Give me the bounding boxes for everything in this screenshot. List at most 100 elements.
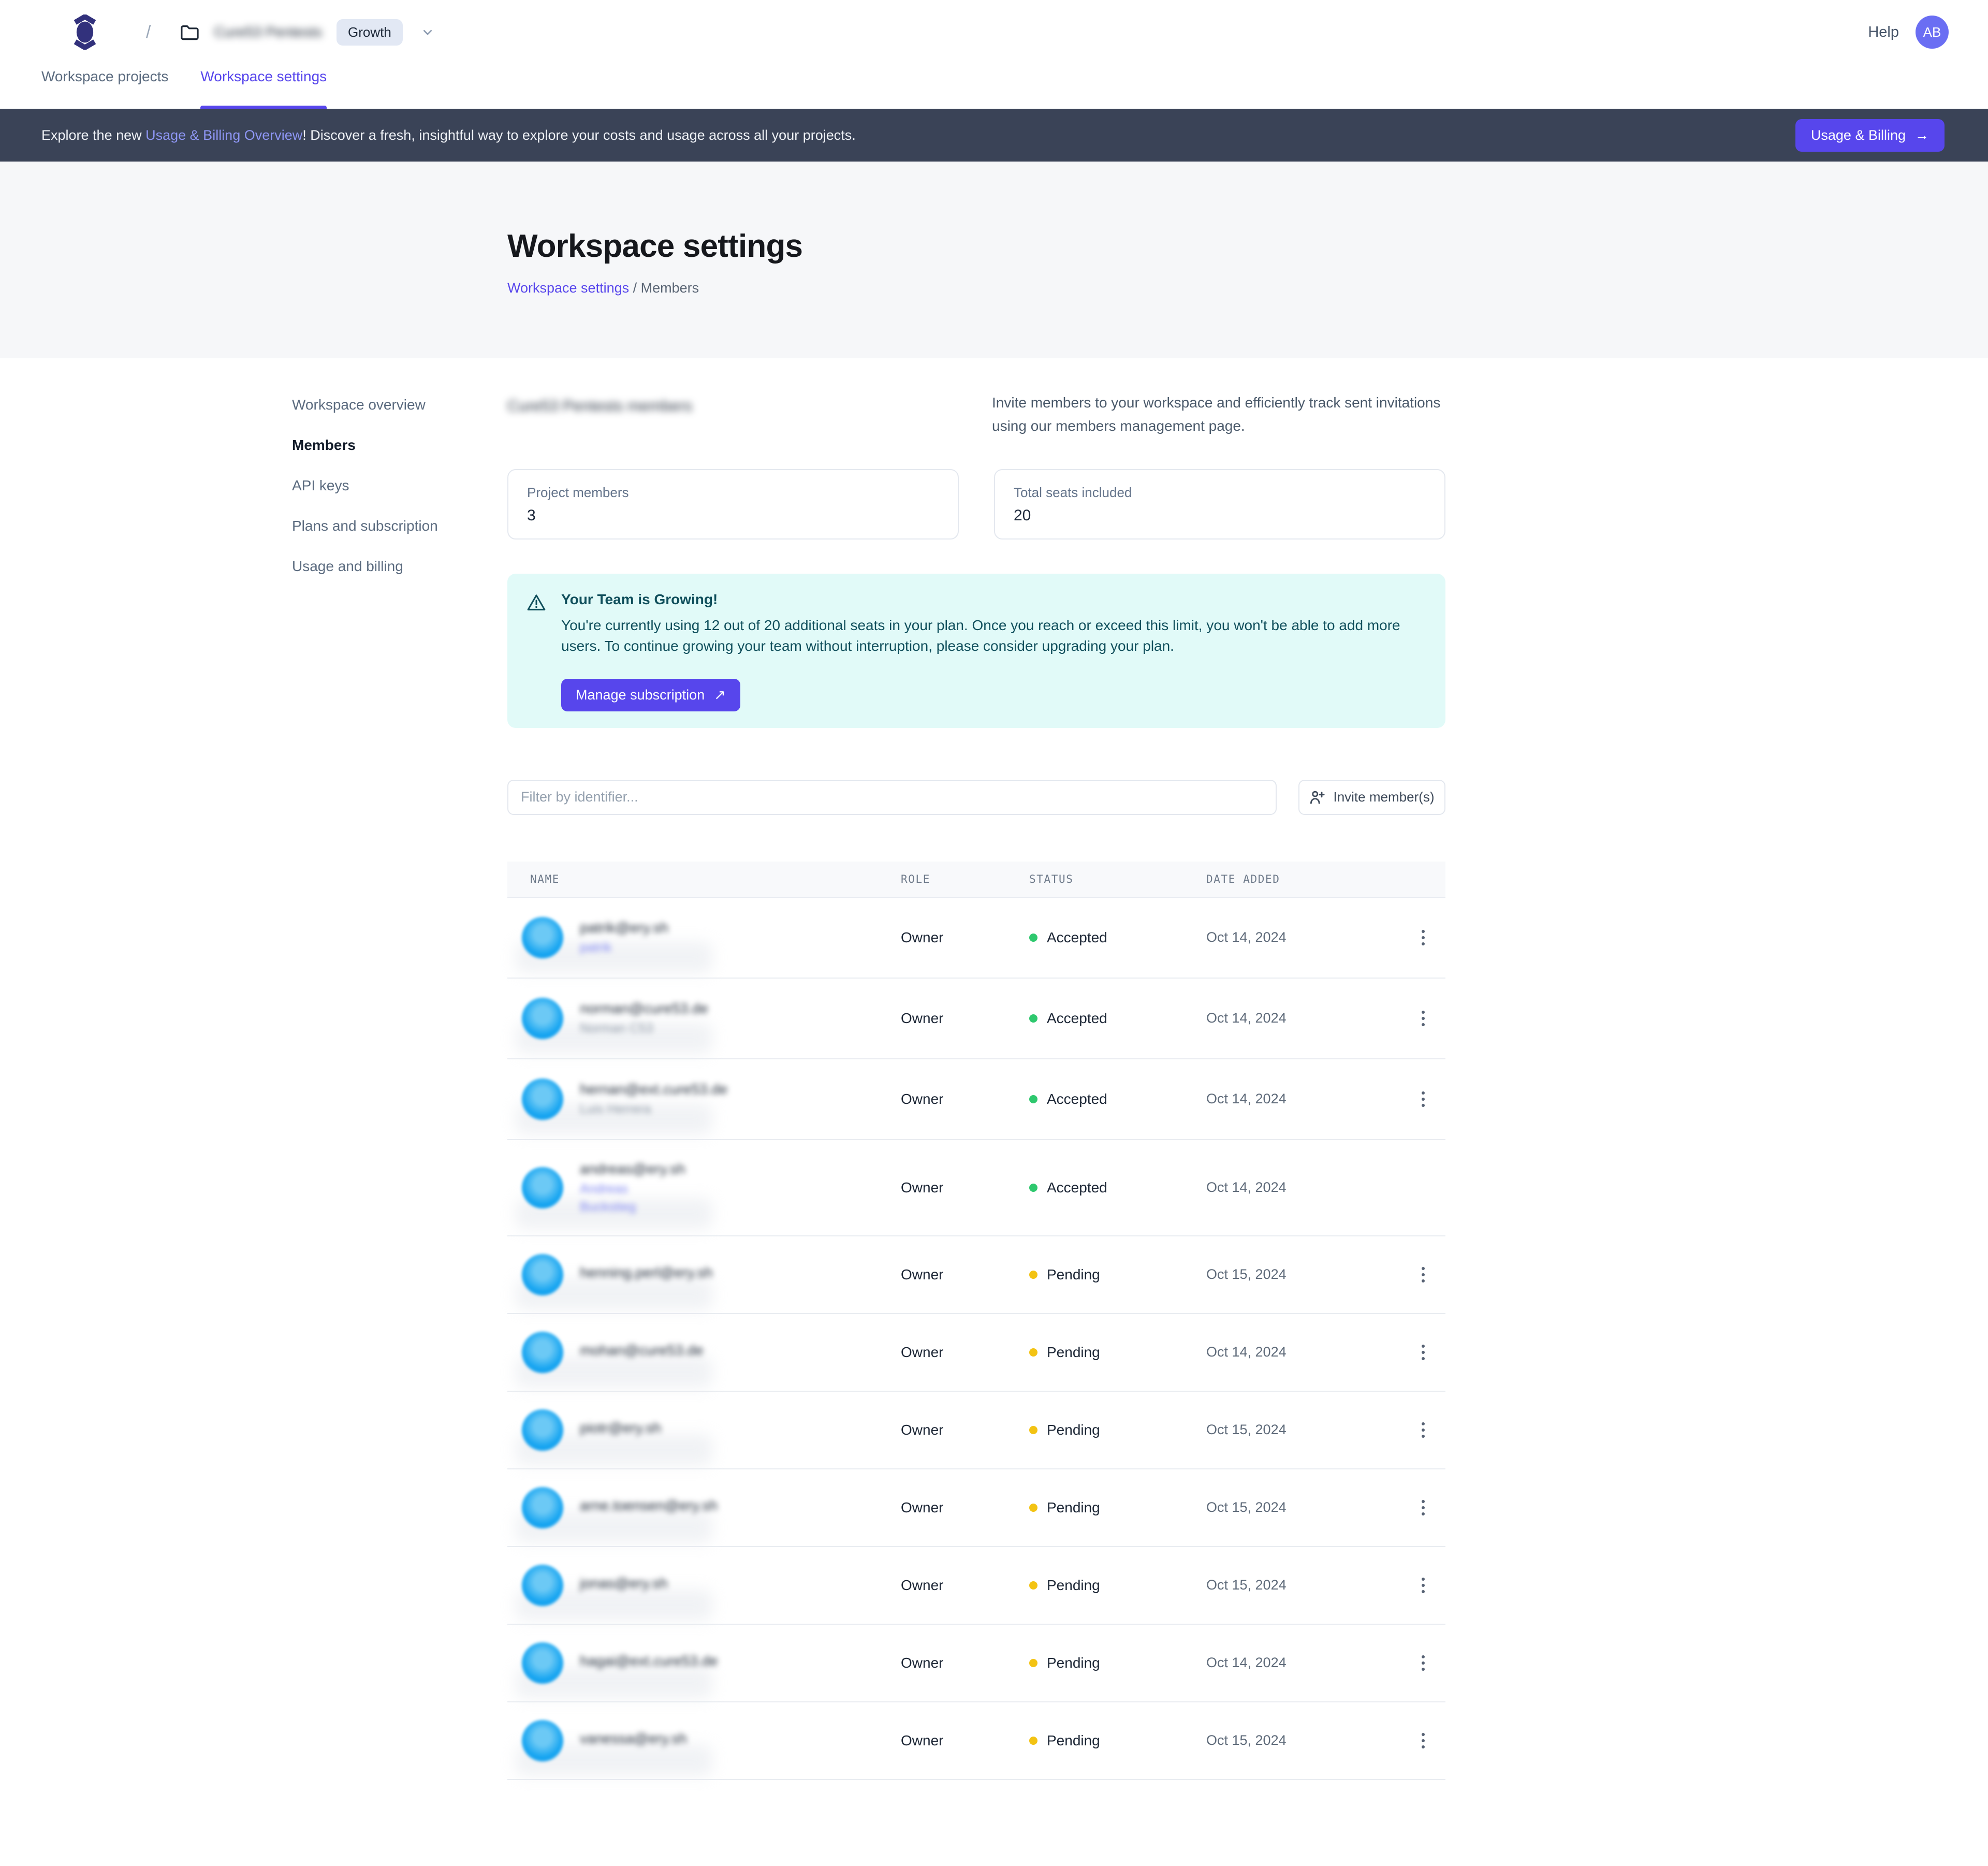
table-row: vanessa@ery.sh Owner Pending Oct 15, 202… [507,1702,1445,1780]
manage-subscription-button[interactable]: Manage subscription ↗ [561,679,740,711]
person-add-icon [1309,790,1325,805]
row-menu-button[interactable] [1415,1649,1431,1677]
member-menu-cell [1413,1727,1445,1755]
member-avatar [522,1167,563,1208]
sidenav-item-workspace-overview[interactable]: Workspace overview [292,391,507,418]
banner-message: Explore the new Usage & Billing Overview… [41,127,856,143]
sidenav-item-label: Workspace overview [292,397,426,413]
row-menu-button[interactable] [1415,1261,1431,1289]
member-avatar [522,1332,563,1373]
member-name[interactable]: patrik [580,940,668,955]
workspace-name[interactable]: Cure53 Pentests [214,24,322,40]
member-email: patrik@ery.sh [580,920,668,936]
row-menu-button[interactable] [1415,1494,1431,1522]
breadcrumb-link-workspace-settings[interactable]: Workspace settings [507,280,629,296]
row-menu-button[interactable] [1415,1571,1431,1599]
status-dot-icon [1029,1348,1037,1357]
member-menu-cell [1413,1649,1445,1677]
member-status: Pending [1029,1655,1206,1671]
row-menu-button[interactable] [1415,1004,1431,1032]
chevron-down-icon[interactable] [419,24,436,40]
member-date-added: Oct 15, 2024 [1206,1499,1413,1515]
invite-members-label: Invite member(s) [1333,789,1434,805]
member-status: Pending [1029,1266,1206,1283]
row-menu-button[interactable] [1415,1727,1431,1755]
member-status: Accepted [1029,1179,1206,1196]
row-menu-button[interactable] [1415,1338,1431,1366]
status-label: Accepted [1047,1010,1107,1027]
member-name-cell: patrik@ery.sh patrik [507,917,901,958]
tab[interactable]: Workspace projects [35,64,174,109]
member-email: hernan@ext.cure53.de [580,1081,727,1098]
sidenav-item-label: Usage and billing [292,558,403,574]
status-dot-icon [1029,1659,1037,1667]
table-body: patrik@ery.sh patrik Owner Accepted Oct … [507,898,1445,1780]
column-header: ROLE [901,873,1029,885]
member-menu-cell [1413,924,1445,952]
filter-input[interactable] [507,780,1277,815]
sidenav-item-label: API keys [292,477,349,493]
status-label: Pending [1047,1266,1100,1283]
stat-card: Project members 3 [507,469,959,540]
sidenav-item-api-keys[interactable]: API keys [292,472,507,499]
sidenav-item-plans-and-subscription[interactable]: Plans and subscription [292,513,507,540]
usage-billing-button[interactable]: Usage & Billing → [1795,119,1945,152]
member-name[interactable]: Buckstieg [580,1200,685,1215]
member-status: Pending [1029,1577,1206,1594]
stat-card: Total seats included 20 [994,469,1445,540]
member-date-added: Oct 14, 2024 [1206,1010,1413,1026]
member-role: Owner [901,1732,1029,1749]
banner-link[interactable]: Usage & Billing Overview [145,127,302,143]
table-row: henning.perl@ery.sh Owner Pending Oct 15… [507,1236,1445,1314]
member-role: Owner [901,1499,1029,1516]
member-name-cell: hagai@ext.cure53.de [507,1642,901,1684]
member-date-added: Oct 15, 2024 [1206,1422,1413,1438]
member-email: henning.perl@ery.sh [580,1264,713,1281]
breadcrumb-sep: / [633,280,637,296]
plan-badge[interactable]: Growth [337,19,403,46]
member-menu-cell [1413,1416,1445,1444]
member-menu-cell [1413,1004,1445,1032]
row-menu-button[interactable] [1415,924,1431,952]
status-label: Accepted [1047,1179,1107,1196]
member-identity: jonas@ery.sh [580,1575,668,1596]
content: Workspace overview Members API keys Plan… [0,358,1988,1780]
sidenav-item-label: Plans and subscription [292,518,438,534]
row-menu-button[interactable] [1415,1416,1431,1444]
app-logo-icon[interactable] [69,14,100,50]
status-dot-icon [1029,1581,1037,1590]
member-role: Owner [901,1010,1029,1027]
sidenav-item-usage-and-billing[interactable]: Usage and billing [292,553,507,580]
column-header: DATE ADDED [1206,873,1413,885]
member-menu-cell [1413,1085,1445,1113]
member-name-cell: vanessa@ery.sh [507,1720,901,1761]
status-dot-icon [1029,1737,1037,1745]
member-name: Luis Herrera [580,1102,727,1117]
invite-members-button[interactable]: Invite member(s) [1298,780,1445,815]
table-row: jonas@ery.sh Owner Pending Oct 15, 2024 [507,1547,1445,1625]
status-label: Accepted [1047,1091,1107,1107]
help-link[interactable]: Help [1868,24,1899,41]
status-dot-icon [1029,1426,1037,1434]
members-table: NAMEROLESTATUSDATE ADDED patrik@ery.sh p… [507,862,1445,1780]
tab-active-underline [200,106,327,109]
tab[interactable]: Workspace settings [194,64,333,109]
member-name: Norman C53 [580,1021,708,1036]
member-identity: vanessa@ery.sh [580,1730,687,1751]
members-toolbar: Invite member(s) [507,780,1445,815]
stat-value: 20 [1014,507,1426,524]
user-avatar[interactable]: AB [1916,16,1949,49]
status-dot-icon [1029,934,1037,942]
member-date-added: Oct 15, 2024 [1206,1577,1413,1593]
row-menu-button[interactable] [1415,1085,1431,1113]
banner-text-before: Explore the new [41,127,145,143]
stat-label: Total seats included [1014,485,1426,501]
folder-icon [180,23,199,41]
member-name-cell: hernan@ext.cure53.de Luis Herrera [507,1078,901,1120]
sidenav-item-members[interactable]: Members [292,432,507,459]
member-names: patrik [580,940,668,955]
member-menu-cell [1413,1571,1445,1599]
member-name[interactable]: Andreas [580,1182,685,1197]
sidenav-item-label: Members [292,437,356,453]
stat-label: Project members [527,485,939,501]
